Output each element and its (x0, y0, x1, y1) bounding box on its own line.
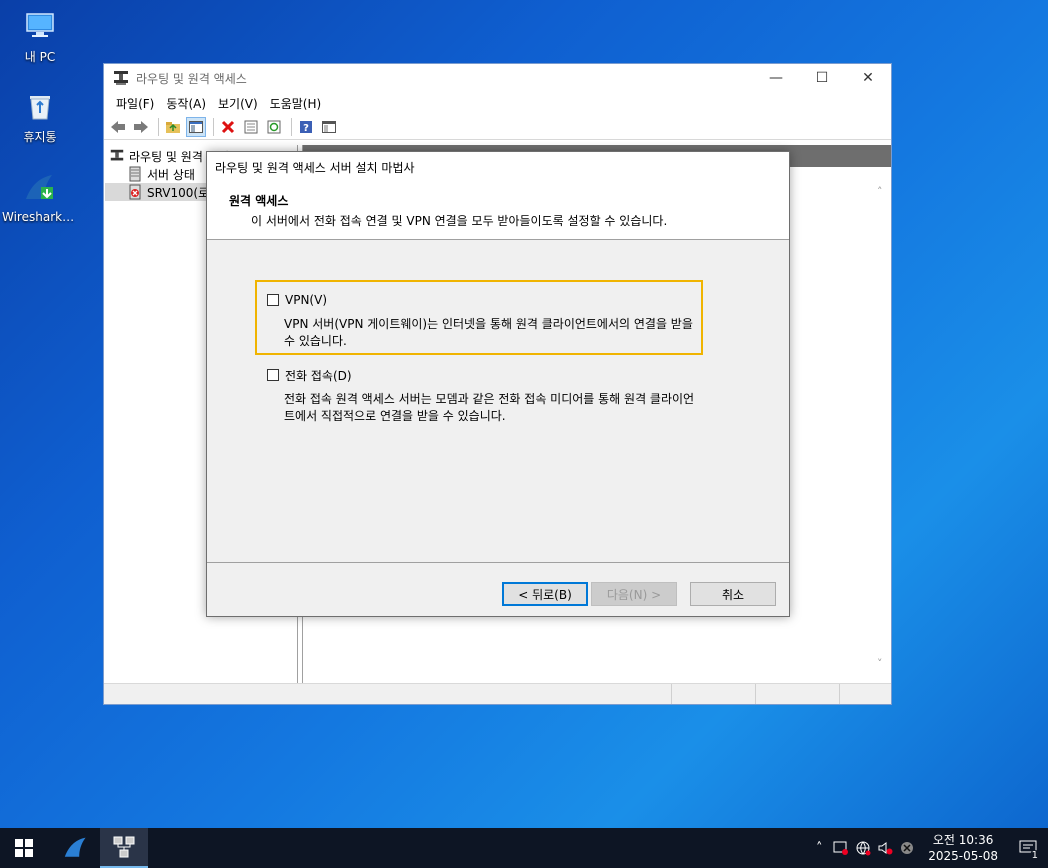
wizard-title: 라우팅 및 원격 액세스 서버 설치 마법사 (207, 152, 789, 182)
server-down-icon (127, 184, 143, 200)
notification-icon[interactable]: 1 (1008, 828, 1048, 868)
close-button[interactable]: ✕ (845, 64, 891, 92)
tree-item-label: SRV100(로 (147, 185, 210, 200)
refresh-icon[interactable] (264, 117, 284, 137)
start-button[interactable] (0, 828, 48, 868)
show-hide-tree-icon[interactable] (186, 116, 206, 137)
system-tray: ˄ 오전 10:36 2025-05-08 1 (808, 828, 1048, 868)
scroll-up-icon[interactable]: ˄ (877, 185, 889, 198)
chevron-up-icon[interactable]: ˄ (808, 828, 830, 868)
scroll-down-icon[interactable]: ˅ (877, 657, 889, 670)
desktop-icon-my-pc[interactable]: 내 PC (2, 8, 78, 65)
option-vpn: VPN(V) VPN 서버(VPN 게이트웨이)는 인터넷을 통해 원격 클라이… (255, 290, 701, 350)
wizard-heading: 원격 액세스 (229, 194, 289, 208)
next-button[interactable]: 다음(N) > (591, 582, 677, 606)
vpn-description: VPN 서버(VPN 게이트웨이)는 인터넷을 통해 원격 클라이언트에서의 연… (284, 317, 693, 348)
speaker-muted-icon[interactable] (874, 828, 896, 868)
windows-logo-icon (15, 839, 33, 857)
clock-date: 2025-05-08 (928, 849, 998, 863)
cancel-button[interactable]: 취소 (690, 582, 776, 606)
status-cell (104, 684, 672, 704)
console-icon[interactable] (319, 117, 339, 137)
clock-time: 오전 10:36 (932, 833, 994, 847)
menu-help[interactable]: 도움말(H) (264, 95, 328, 112)
desktop-icon-label: 휴지통 (23, 130, 57, 144)
vpn-checkbox[interactable] (267, 294, 279, 306)
taskbar-wireshark[interactable] (52, 828, 100, 868)
wireshark-icon (64, 837, 86, 857)
wizard-subheading: 이 서버에서 전화 접속 연결 및 VPN 연결을 모두 받아들이도록 설정할 … (251, 214, 668, 228)
tree-item-label: 서버 상태 (147, 167, 195, 182)
wireshark-icon (22, 170, 58, 206)
blocked-icon[interactable] (896, 828, 918, 868)
server-manager-icon[interactable] (830, 828, 852, 868)
wizard-footer-divider (207, 562, 789, 563)
status-cell (672, 684, 756, 704)
status-bar (104, 683, 891, 704)
menu-bar: 파일(F) 동작(A) 보기(V) 도움말(H) (104, 92, 891, 114)
window-title: 라우팅 및 원격 액세스 (136, 71, 247, 86)
rras-app-icon (112, 69, 130, 87)
back-arrow-icon[interactable] (108, 117, 128, 137)
status-cell (756, 684, 840, 704)
menu-action[interactable]: 동작(A) (160, 95, 212, 112)
minimize-button[interactable]: — (753, 64, 799, 92)
dialup-description: 전화 접속 원격 액세스 서버는 모뎀과 같은 전화 접속 미디어를 통해 원격… (284, 392, 695, 423)
up-folder-icon[interactable] (163, 117, 183, 137)
delete-icon[interactable] (218, 117, 238, 137)
dialup-checkbox-row[interactable]: 전화 접속(D) (255, 365, 701, 385)
clock[interactable]: 오전 10:36 2025-05-08 (918, 832, 1008, 864)
desktop-icon-recycle-bin[interactable]: 휴지통 (2, 88, 78, 145)
dialup-label[interactable]: 전화 접속(D) (285, 367, 352, 384)
properties-icon[interactable] (241, 117, 261, 137)
rras-app-icon (109, 148, 125, 164)
toolbar-separator (158, 117, 159, 136)
dialup-checkbox[interactable] (267, 369, 279, 381)
back-button[interactable]: < 뒤로(B) (502, 582, 588, 606)
desktop-icon-label: Wireshark-4... (2, 210, 78, 224)
forward-arrow-icon[interactable] (131, 117, 151, 137)
vpn-label[interactable]: VPN(V) (285, 293, 327, 307)
taskbar: ˄ 오전 10:36 2025-05-08 1 (0, 828, 1048, 868)
setup-wizard-dialog: 라우팅 및 원격 액세스 서버 설치 마법사 원격 액세스 이 서버에서 전화 … (206, 151, 790, 617)
computer-icon (22, 8, 58, 44)
menu-file[interactable]: 파일(F) (110, 95, 160, 112)
desktop-icon-wireshark[interactable]: Wireshark-4... (2, 170, 78, 224)
menu-view[interactable]: 보기(V) (212, 95, 264, 112)
toolbar: ? (104, 114, 891, 140)
title-bar[interactable]: 라우팅 및 원격 액세스 — ☐ ✕ (104, 64, 891, 92)
toolbar-separator (213, 117, 214, 136)
desktop-icon-label: 내 PC (24, 50, 56, 64)
wizard-header: 원격 액세스 이 서버에서 전화 접속 연결 및 VPN 연결을 모두 받아들이… (207, 182, 789, 240)
notification-count: 1 (1029, 850, 1040, 861)
recycle-bin-icon (22, 88, 58, 124)
network-icon (113, 836, 135, 858)
vpn-checkbox-row[interactable]: VPN(V) (255, 290, 701, 310)
maximize-button[interactable]: ☐ (799, 64, 845, 92)
toolbar-separator (291, 117, 292, 136)
svg-text:?: ? (303, 123, 309, 134)
taskbar-rras[interactable] (100, 828, 148, 868)
server-icon (127, 166, 143, 182)
network-globe-icon[interactable] (852, 828, 874, 868)
option-dialup: 전화 접속(D) 전화 접속 원격 액세스 서버는 모뎀과 같은 전화 접속 미… (255, 365, 701, 425)
help-icon[interactable]: ? (296, 117, 316, 137)
